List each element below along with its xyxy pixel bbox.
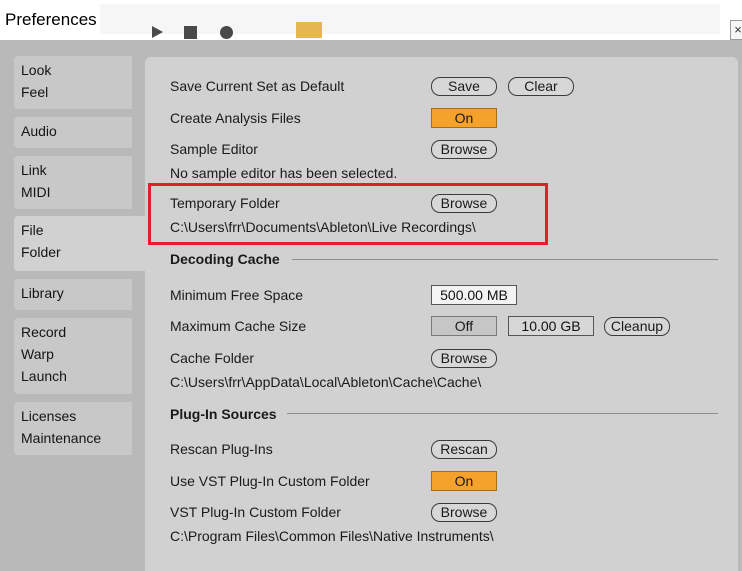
highlight-box xyxy=(148,183,548,245)
pencil-icon xyxy=(296,22,322,38)
save-set-label: Save Current Set as Default xyxy=(170,78,345,94)
min-free-space-field[interactable]: 500.00 MB xyxy=(431,285,517,305)
use-vst-custom-folder-toggle[interactable]: On xyxy=(431,471,497,491)
analysis-files-label: Create Analysis Files xyxy=(170,110,301,126)
sample-editor-status: No sample editor has been selected. xyxy=(170,165,398,181)
section-divider xyxy=(292,259,718,260)
tab-label: Link xyxy=(21,162,47,178)
max-cache-size-label: Maximum Cache Size xyxy=(170,318,307,334)
section-divider xyxy=(287,413,718,414)
tab-file-folder[interactable]: File Folder xyxy=(14,216,146,271)
tab-label: Record xyxy=(21,324,67,340)
cache-folder-path: C:\Users\frr\AppData\Local\Ableton\Cache… xyxy=(170,374,482,390)
tab-label: Maintenance xyxy=(21,430,102,446)
max-cache-size-toggle[interactable]: Off xyxy=(431,316,497,336)
title-bar: Preferences × xyxy=(0,0,742,40)
max-cache-size-field[interactable]: 10.00 GB xyxy=(508,316,594,336)
vst-custom-folder-path: C:\Program Files\Common Files\Native Ins… xyxy=(170,528,494,544)
sample-editor-browse-button[interactable]: Browse xyxy=(431,140,497,159)
tab-label: Audio xyxy=(21,123,57,139)
record-icon xyxy=(220,26,233,39)
sample-editor-label: Sample Editor xyxy=(170,141,258,157)
tab-label: Feel xyxy=(21,84,49,100)
window-title: Preferences xyxy=(5,10,97,29)
vst-custom-folder-browse-button[interactable]: Browse xyxy=(431,503,497,522)
tab-label: Look xyxy=(21,62,52,78)
tab-link-midi[interactable]: Link MIDI xyxy=(14,156,132,209)
cache-folder-browse-button[interactable]: Browse xyxy=(431,349,497,368)
cleanup-button[interactable]: Cleanup xyxy=(604,317,670,336)
stop-icon xyxy=(184,26,197,39)
plugin-sources-heading: Plug-In Sources xyxy=(170,406,277,422)
file-folder-panel xyxy=(145,57,738,571)
min-free-space-label: Minimum Free Space xyxy=(170,287,304,303)
tab-label: Library xyxy=(21,285,64,301)
tab-look-feel[interactable]: Look Feel xyxy=(14,56,132,109)
save-button[interactable]: Save xyxy=(431,77,497,96)
tab-library[interactable]: Library xyxy=(14,279,132,310)
rescan-plugins-label: Rescan Plug-Ins xyxy=(170,441,273,457)
play-icon xyxy=(152,26,163,38)
tab-label: Licenses xyxy=(21,408,77,424)
close-icon[interactable]: × xyxy=(730,20,742,40)
analysis-files-toggle[interactable]: On xyxy=(431,108,497,128)
clear-button[interactable]: Clear xyxy=(508,77,574,96)
tab-label: MIDI xyxy=(21,184,51,200)
vst-custom-folder-label: VST Plug-In Custom Folder xyxy=(170,504,341,520)
tab-licenses-maintenance[interactable]: Licenses Maintenance xyxy=(14,402,132,455)
tab-audio[interactable]: Audio xyxy=(14,117,132,148)
use-vst-custom-folder-label: Use VST Plug-In Custom Folder xyxy=(170,473,370,489)
cache-folder-label: Cache Folder xyxy=(170,350,255,366)
tab-label: Launch xyxy=(21,368,67,384)
rescan-button[interactable]: Rescan xyxy=(431,440,497,459)
tab-label: Warp xyxy=(21,346,54,362)
tab-record-warp-launch[interactable]: Record Warp Launch xyxy=(14,318,132,394)
tab-label: File xyxy=(21,222,44,238)
tab-label: Folder xyxy=(21,244,61,260)
decoding-cache-heading: Decoding Cache xyxy=(170,251,280,267)
